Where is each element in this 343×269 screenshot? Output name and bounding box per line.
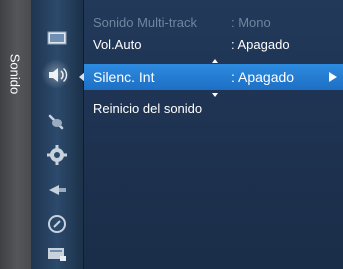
- menu-icon-column: [31, 0, 84, 269]
- menu-item-multitrack: Sonido Multi-track : Mono: [84, 12, 343, 34]
- menu-item-label: Vol.Auto: [93, 37, 142, 52]
- support-icon[interactable]: [45, 242, 69, 266]
- picture-icon[interactable]: [45, 26, 69, 50]
- sound-icon[interactable]: [41, 59, 71, 89]
- menu-item-label: Silenc. Int: [93, 69, 155, 85]
- menu-item-value: : Mono: [231, 15, 271, 30]
- scroll-down-indicator: [212, 93, 218, 97]
- channel-icon[interactable]: [45, 110, 69, 134]
- menu-item-sound-reset[interactable]: Reinicio del sonido: [84, 98, 343, 120]
- menu-item-auto-volume[interactable]: Vol.Auto : Apagado: [84, 34, 343, 56]
- submenu-arrow-icon: [329, 72, 337, 82]
- menu-item-label: Sonido Multi-track: [93, 15, 198, 30]
- menu-item-value: : Apagado: [231, 69, 295, 85]
- menu-item-internal-mute[interactable]: Silenc. Int : Apagado: [84, 64, 343, 90]
- category-tab: Sonido: [0, 0, 31, 269]
- input-icon[interactable]: [45, 178, 69, 202]
- menu-item-label: Reinicio del sonido: [93, 101, 203, 116]
- application-icon[interactable]: [45, 212, 69, 236]
- setup-icon[interactable]: [45, 143, 69, 167]
- menu-item-value: : Apagado: [231, 37, 290, 52]
- category-label: Sonido: [7, 53, 23, 95]
- tv-osd-menu: Sonido Sonido Multi-track: Mono Vol.Aut…: [0, 0, 343, 269]
- sound-menu-panel: Sonido Multi-track : Mono Vol.Auto : Apa…: [84, 0, 343, 269]
- scroll-up-indicator: [212, 59, 218, 63]
